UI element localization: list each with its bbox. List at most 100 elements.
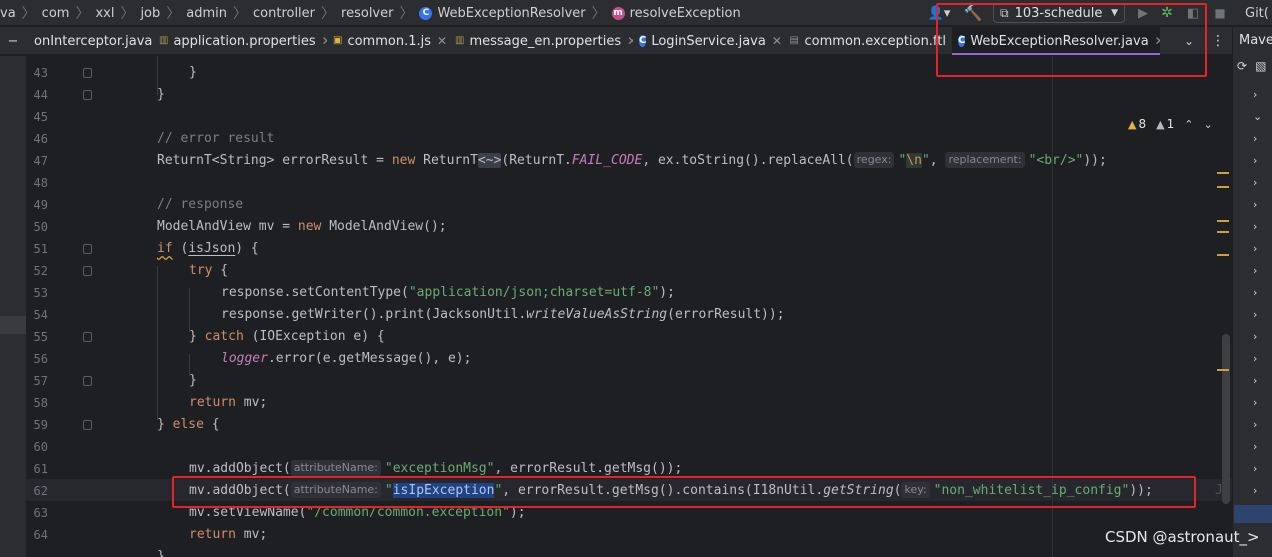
breadcrumb-item[interactable]: controller — [253, 6, 315, 21]
code-line-48[interactable]: 48 — [26, 172, 1232, 194]
chevron-right-icon[interactable]: › — [1253, 435, 1262, 457]
fold-marker[interactable] — [83, 332, 92, 342]
line-number[interactable]: 57 — [26, 370, 48, 392]
code-line-65[interactable]: } — [26, 546, 1232, 557]
code-line-49[interactable]: 49 // response — [26, 194, 1232, 216]
code-line-47[interactable]: 47 ReturnT<String> errorResult = new Ret… — [26, 150, 1232, 172]
line-number[interactable]: 60 — [26, 436, 48, 458]
close-icon[interactable]: ✕ — [772, 34, 782, 48]
folder-icon[interactable]: ▧ — [1255, 59, 1266, 73]
warning-marker[interactable] — [1217, 231, 1229, 233]
warning-marker[interactable] — [1217, 220, 1229, 222]
code-line-45[interactable]: 45 — [26, 106, 1232, 128]
code-line-57[interactable]: 57 } — [26, 370, 1232, 392]
line-number[interactable]: 46 — [26, 128, 48, 150]
line-number[interactable]: 54 — [26, 304, 48, 326]
fold-marker[interactable] — [83, 90, 92, 100]
chevron-right-icon[interactable]: › — [1253, 281, 1262, 303]
fold-marker[interactable] — [83, 376, 92, 386]
line-number[interactable]: 50 — [26, 216, 48, 238]
warning-marker[interactable] — [1217, 369, 1229, 371]
line-number[interactable]: 58 — [26, 392, 48, 414]
chevron-right-icon[interactable]: › — [1253, 149, 1262, 171]
tab-application-properties[interactable]: ▥ application.properties ✕ — [153, 27, 327, 55]
chevron-right-icon[interactable]: › — [1253, 479, 1262, 501]
chevron-right-icon[interactable]: › — [1253, 391, 1262, 413]
project-tool-stripe[interactable]: − — [0, 27, 26, 55]
chevron-right-icon[interactable]: › — [1253, 413, 1262, 435]
code-line-56[interactable]: 56 logger.error(e.getMessage(), e); — [26, 348, 1232, 370]
fold-marker[interactable] — [83, 68, 92, 78]
breadcrumb-item[interactable]: admin — [186, 6, 227, 21]
code-line-50[interactable]: 50 ModelAndView mv = new ModelAndView(); — [26, 216, 1232, 238]
line-number[interactable]: 56 — [26, 348, 48, 370]
tab-common-js[interactable]: ▣ common.1.js ✕ — [327, 27, 449, 55]
fold-marker[interactable] — [83, 244, 92, 254]
close-icon[interactable]: ✕ — [437, 34, 447, 48]
line-number[interactable]: 61 — [26, 458, 48, 480]
tab-common-exception-ftl[interactable]: ▤ common.exception.ftl — [783, 27, 952, 55]
chevron-right-icon[interactable]: › — [1253, 215, 1262, 237]
line-number[interactable]: 47 — [26, 150, 48, 172]
line-number[interactable]: 44 — [26, 84, 48, 106]
chevron-up-icon[interactable]: ⌃ — [1184, 118, 1193, 131]
code-line-53[interactable]: 53 response.setContentType("application/… — [26, 282, 1232, 304]
chevron-right-icon[interactable]: › — [1253, 127, 1262, 149]
weak-warnings-count[interactable]: ▲ 1 — [1156, 117, 1174, 131]
line-number[interactable]: 55 — [26, 326, 48, 348]
code-line-51[interactable]: 51 if (isJson) { — [26, 238, 1232, 260]
line-number[interactable]: 53 — [26, 282, 48, 304]
code-line-60[interactable]: 60 — [26, 436, 1232, 458]
code-line-64[interactable]: 64 return mv; — [26, 524, 1232, 546]
maven-title[interactable]: Maven — [1239, 33, 1272, 48]
chevron-right-icon[interactable]: › — [1253, 369, 1262, 391]
inspection-widget[interactable]: ▲ 8 ▲ 1 ⌃ ⌄ — [1128, 116, 1213, 132]
code-line-52[interactable]: 52 try { — [26, 260, 1232, 282]
breadcrumb-item[interactable]: va — [0, 6, 16, 21]
tab-message-en-properties[interactable]: ▥ message_en.properties ✕ — [449, 27, 633, 55]
line-number[interactable]: 62 — [26, 480, 48, 502]
scrollbar-thumb[interactable] — [1222, 334, 1230, 504]
chevron-right-icon[interactable]: › — [1253, 347, 1262, 369]
line-number[interactable]: 51 — [26, 238, 48, 260]
code-line-46[interactable]: 46 // error result — [26, 128, 1232, 150]
chevron-right-icon[interactable]: › — [1253, 303, 1262, 325]
code-line-59[interactable]: 59 } else { — [26, 414, 1232, 436]
warning-marker[interactable] — [1217, 186, 1229, 188]
chevron-right-icon[interactable]: › — [1253, 83, 1262, 105]
code-line-44[interactable]: 44 } — [26, 84, 1232, 106]
tab-oninterceptor[interactable]: onInterceptor.java ✕ — [28, 27, 153, 55]
chevron-down-icon[interactable]: ⌄ — [1253, 105, 1262, 127]
folded-diamond[interactable]: <~> — [477, 153, 502, 168]
line-number[interactable]: 52 — [26, 260, 48, 282]
breadcrumb-item[interactable]: resolver — [341, 6, 393, 21]
code-line-58[interactable]: 58 return mv; — [26, 392, 1232, 414]
breadcrumb-item[interactable]: job — [140, 6, 160, 21]
line-number[interactable]: 43 — [26, 62, 48, 84]
git-menu[interactable]: Git( — [1245, 0, 1269, 26]
line-number[interactable]: 63 — [26, 502, 48, 524]
line-number[interactable]: 48 — [26, 172, 48, 194]
code-line-54[interactable]: 54 response.getWriter().print(JacksonUti… — [26, 304, 1232, 326]
line-number[interactable]: 59 — [26, 414, 48, 436]
fold-marker[interactable] — [83, 266, 92, 276]
chevron-right-icon[interactable]: › — [1253, 325, 1262, 347]
fold-marker[interactable] — [83, 420, 92, 430]
line-number[interactable]: 49 — [26, 194, 48, 216]
chevron-down-icon[interactable]: ⌄ — [1203, 118, 1212, 131]
breadcrumb-item-method[interactable]: m resolveException — [611, 6, 741, 21]
tab-loginservice[interactable]: C LoginService.java ✕ — [633, 27, 783, 55]
chevron-right-icon[interactable]: › — [1253, 193, 1262, 215]
warnings-count[interactable]: ▲ 8 — [1128, 117, 1146, 131]
breadcrumb-item-class[interactable]: C WebExceptionResolver — [419, 6, 586, 21]
stop-icon[interactable]: ■ — [1212, 0, 1228, 26]
breadcrumb-item[interactable]: com — [42, 6, 70, 21]
maven-selected-row[interactable] — [1234, 505, 1272, 523]
more-vertical-icon[interactable]: ⋮ — [1208, 27, 1228, 55]
warning-marker[interactable] — [1217, 254, 1229, 256]
chevron-right-icon[interactable]: › — [1253, 237, 1262, 259]
code-line-55[interactable]: 55 } catch (IOException e) { — [26, 326, 1232, 348]
line-number[interactable]: 64 — [26, 524, 48, 546]
chevron-right-icon[interactable]: › — [1253, 171, 1262, 193]
chevron-right-icon[interactable]: › — [1253, 457, 1262, 479]
